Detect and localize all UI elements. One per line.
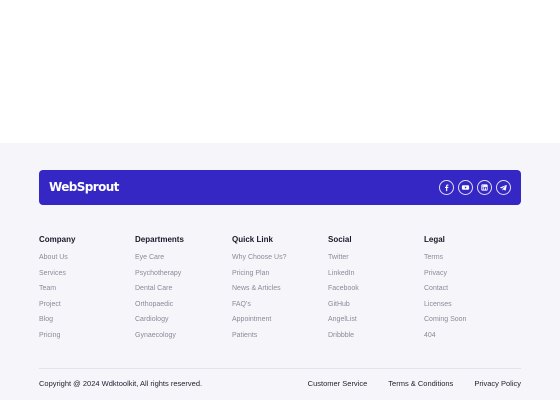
footer-link-psychotherapy[interactable]: Psychotherapy: [135, 270, 225, 286]
footer-link-orthopaedic[interactable]: Orthopaedic: [135, 301, 225, 317]
footer-link-about-us[interactable]: About Us: [39, 254, 129, 270]
copyright-text: Copyright @ 2024 Wdktoolkit, All rights …: [39, 379, 203, 388]
customer-service-link[interactable]: Customer Service: [308, 379, 368, 388]
footer-column-departments: Departments Eye Care Psychotherapy Denta…: [135, 235, 225, 347]
footer-link-cardiology[interactable]: Cardiology: [135, 316, 225, 332]
terms-conditions-link[interactable]: Terms & Conditions: [388, 379, 453, 388]
footer-link-facebook[interactable]: Facebook: [328, 285, 418, 301]
footer-link-twitter[interactable]: Twitter: [328, 254, 418, 270]
column-title-departments: Departments: [135, 235, 184, 244]
footer-link-pricing-plan[interactable]: Pricing Plan: [232, 270, 322, 286]
footer-link-privacy[interactable]: Privacy: [424, 270, 514, 286]
footer-link-angellist[interactable]: AngelList: [328, 316, 418, 332]
footer-link-linkedin[interactable]: LinkedIn: [328, 270, 418, 286]
footer-link-project[interactable]: Project: [39, 301, 129, 317]
bottom-links: Customer Service Terms & Conditions Priv…: [308, 379, 521, 388]
footer-link-blog[interactable]: Blog: [39, 316, 129, 332]
footer-link-licenses[interactable]: Licenses: [424, 301, 514, 317]
footer-link-gynaecology[interactable]: Gynaecology: [135, 332, 225, 348]
footer-link-pricing[interactable]: Pricing: [39, 332, 129, 348]
brand-logo[interactable]: WebSprout: [49, 180, 119, 194]
footer-link-team[interactable]: Team: [39, 285, 129, 301]
privacy-policy-link[interactable]: Privacy Policy: [474, 379, 521, 388]
page-top-area: [0, 0, 560, 143]
social-icons: [439, 180, 511, 195]
footer-link-404[interactable]: 404: [424, 332, 514, 348]
footer-link-contact[interactable]: Contact: [424, 285, 514, 301]
footer-link-github[interactable]: GitHub: [328, 301, 418, 317]
linkedin-icon[interactable]: [477, 180, 492, 195]
column-title-legal: Legal: [424, 235, 445, 244]
footer-link-appointment[interactable]: Appointment: [232, 316, 322, 332]
footer-link-patients[interactable]: Patients: [232, 332, 322, 348]
footer-link-dental-care[interactable]: Dental Care: [135, 285, 225, 301]
footer-link-terms[interactable]: Terms: [424, 254, 514, 270]
footer-link-coming-soon[interactable]: Coming Soon: [424, 316, 514, 332]
footer-link-faqs[interactable]: FAQ's: [232, 301, 322, 317]
footer-column-company: Company About Us Services Team Project B…: [39, 235, 129, 347]
footer-link-eye-care[interactable]: Eye Care: [135, 254, 225, 270]
footer-link-services[interactable]: Services: [39, 270, 129, 286]
footer-divider: [39, 368, 521, 369]
footer-link-why-choose-us[interactable]: Why Choose Us?: [232, 254, 322, 270]
youtube-icon[interactable]: [458, 180, 473, 195]
column-title-social: Social: [328, 235, 352, 244]
brand-bar: WebSprout: [39, 170, 521, 205]
column-title-quick-link: Quick Link: [232, 235, 273, 244]
column-title-company: Company: [39, 235, 76, 244]
footer-link-news-articles[interactable]: News & Articles: [232, 285, 322, 301]
footer-column-quick-link: Quick Link Why Choose Us? Pricing Plan N…: [232, 235, 322, 347]
telegram-icon[interactable]: [496, 180, 511, 195]
site-footer: WebSprout Company About Us Services Team…: [0, 143, 560, 400]
facebook-icon[interactable]: [439, 180, 454, 195]
footer-column-legal: Legal Terms Privacy Contact Licenses Com…: [424, 235, 514, 347]
footer-column-social: Social Twitter LinkedIn Facebook GitHub …: [328, 235, 418, 347]
footer-link-dribbble[interactable]: Dribbble: [328, 332, 418, 348]
